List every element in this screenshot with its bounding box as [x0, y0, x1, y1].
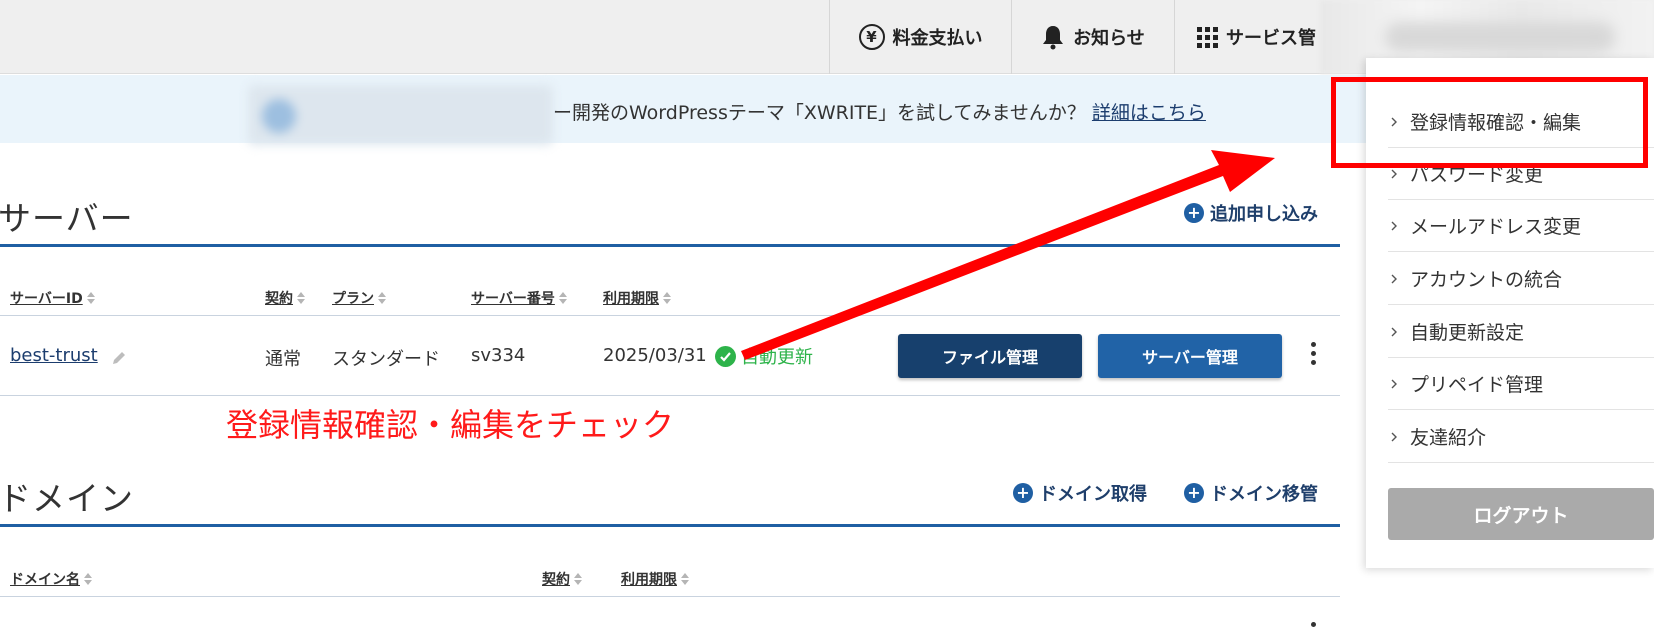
server-id-link[interactable]: best-trust [10, 345, 98, 366]
domain-acquire-link[interactable]: + ドメイン取得 [1013, 480, 1147, 506]
server-number-cell: sv334 [471, 345, 526, 366]
server-section-rule [0, 244, 1340, 247]
expiry-cell: 2025/03/31 [603, 345, 707, 366]
bell-icon [1043, 26, 1064, 50]
chevron-right-icon [1391, 169, 1397, 178]
service-label: サービス管 [1226, 28, 1316, 49]
menu-item-label: アカウントの統合 [1410, 269, 1563, 291]
plus-icon: + [1184, 203, 1204, 223]
kebab-menu-icon[interactable] [1311, 622, 1316, 630]
domain-section-title: ドメイン [0, 479, 134, 518]
chevron-right-icon [1391, 117, 1397, 126]
plus-icon: + [1013, 483, 1033, 503]
domain-section-rule [0, 524, 1340, 527]
notice-nav[interactable]: お知らせ [1011, 0, 1174, 74]
col-server-id-label: サーバーID [10, 291, 83, 307]
table-divider [0, 315, 1340, 316]
promo-banner: ー開発のWordPressテーマ「XWRITE」を試してみませんか？ 詳細はこちら [0, 75, 1366, 145]
col-domain-contract-label: 契約 [542, 572, 570, 588]
server-manager-button[interactable]: サーバー管理 [1098, 334, 1282, 378]
col-plan-label: プラン [332, 291, 374, 307]
account-dropdown: 登録情報確認・編集 パスワード変更 メールアドレス変更 アカウントの統合 自動更… [1366, 58, 1654, 568]
col-server-number[interactable]: サーバー番号 [471, 288, 567, 308]
sort-icon [297, 292, 305, 304]
menu-item-label: 友達紹介 [1410, 427, 1487, 449]
yen-icon: ¥ [858, 24, 885, 50]
col-expiry-label: 利用期限 [603, 291, 659, 307]
sort-icon [84, 573, 92, 585]
table-divider [0, 596, 1340, 597]
table-divider [0, 395, 1340, 396]
banner-message: ー開発のWordPressテーマ「XWRITE」を試してみませんか？ [553, 102, 1086, 124]
annotation-text: 登録情報確認・編集をチェック [226, 406, 675, 444]
kebab-menu-icon[interactable] [1311, 342, 1316, 365]
col-server-number-label: サーバー番号 [471, 291, 555, 307]
payment-nav[interactable]: ¥ 料金支払い [829, 0, 1011, 74]
notice-label: お知らせ [1073, 28, 1145, 49]
logout-button[interactable]: ログアウト [1388, 488, 1654, 540]
col-domain-expiry[interactable]: 利用期限 [621, 569, 689, 589]
plus-icon: + [1184, 483, 1204, 503]
chevron-right-icon [1391, 432, 1397, 441]
col-domain-contract[interactable]: 契約 [542, 569, 582, 589]
banner-text: ー開発のWordPressテーマ「XWRITE」を試してみませんか？ 詳細はこちら [553, 98, 1206, 125]
banner-logo-blurred [248, 85, 553, 145]
chevron-right-icon [1391, 221, 1397, 230]
chevron-right-icon [1391, 379, 1397, 388]
menu-item-profile[interactable]: 登録情報確認・編集 [1388, 96, 1654, 148]
menu-item-label: メールアドレス変更 [1410, 216, 1582, 238]
sort-icon [558, 292, 567, 304]
col-domain-name[interactable]: ドメイン名 [10, 569, 92, 589]
sort-icon [378, 292, 386, 304]
check-circle-icon [715, 345, 736, 367]
menu-item-email[interactable]: メールアドレス変更 [1388, 200, 1654, 252]
add-application-label: 追加申し込み [1210, 204, 1318, 225]
server-id-text: best-trust [10, 345, 98, 366]
banner-details-link[interactable]: 詳細はこちら [1092, 102, 1206, 124]
add-application-link[interactable]: + 追加申し込み [1184, 200, 1318, 226]
col-domain-expiry-label: 利用期限 [621, 572, 677, 588]
domain-acquire-label: ドメイン取得 [1039, 484, 1147, 505]
chevron-right-icon [1391, 327, 1397, 336]
server-section-title: サーバー [0, 199, 134, 238]
sort-icon [574, 573, 582, 585]
plan-cell: スタンダード [332, 349, 440, 370]
col-contract-label: 契約 [265, 291, 293, 307]
contract-cell: 通常 [265, 349, 301, 370]
sort-icon [681, 573, 689, 585]
menu-item-prepaid[interactable]: プリペイド管理 [1388, 358, 1654, 410]
col-expiry[interactable]: 利用期限 [603, 288, 671, 308]
domain-transfer-link[interactable]: + ドメイン移管 [1184, 480, 1318, 506]
col-plan[interactable]: プラン [332, 288, 386, 308]
chevron-right-icon [1391, 274, 1397, 283]
col-domain-name-label: ドメイン名 [10, 572, 80, 588]
payment-label: 料金支払い [892, 28, 983, 49]
menu-item-label: パスワード変更 [1410, 164, 1544, 186]
pencil-icon[interactable] [110, 349, 128, 367]
menu-item-label: 自動更新設定 [1410, 322, 1525, 344]
auto-renew-status: 自動更新 [715, 343, 813, 369]
menu-item-label: 登録情報確認・編集 [1410, 112, 1582, 134]
menu-item-auto-renew[interactable]: 自動更新設定 [1388, 306, 1654, 358]
col-server-id[interactable]: サーバーID [10, 288, 95, 308]
menu-item-label: プリペイド管理 [1410, 374, 1544, 396]
menu-item-account-merge[interactable]: アカウントの統合 [1388, 253, 1654, 305]
menu-item-referral[interactable]: 友達紹介 [1388, 411, 1654, 463]
sort-icon [86, 292, 95, 304]
sort-icon [663, 292, 671, 304]
grid-icon [1197, 26, 1218, 48]
file-manager-button[interactable]: ファイル管理 [898, 334, 1082, 378]
menu-item-password[interactable]: パスワード変更 [1388, 148, 1654, 200]
domain-transfer-label: ドメイン移管 [1210, 484, 1318, 505]
auto-renew-label: 自動更新 [741, 347, 813, 368]
col-contract[interactable]: 契約 [265, 288, 305, 308]
